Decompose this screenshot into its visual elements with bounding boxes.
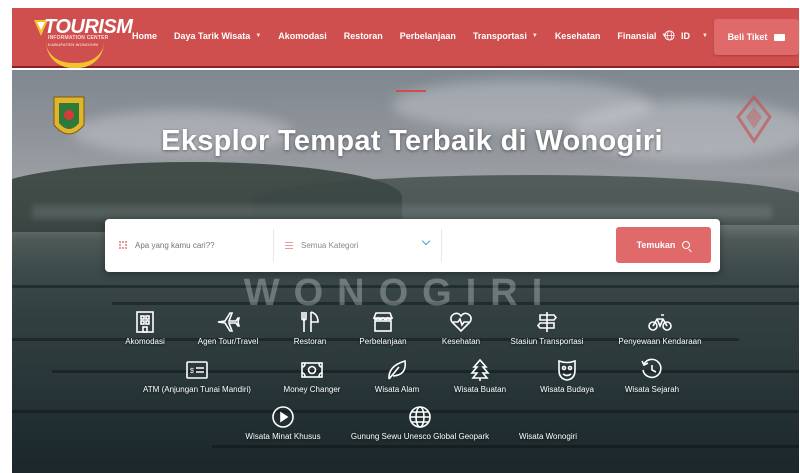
list-icon bbox=[285, 241, 293, 249]
site-logo[interactable]: TOURISM INFORMATION CENTER KABUPATEN WON… bbox=[30, 14, 140, 68]
language-value: ID bbox=[681, 30, 690, 41]
category-label: Wisata Alam bbox=[374, 385, 420, 394]
category-label: Penyewaan Kendaraan bbox=[618, 337, 702, 346]
placeholder-icon bbox=[536, 405, 560, 429]
svg-text:$: $ bbox=[190, 368, 194, 375]
buy-ticket-label: Beli Tiket bbox=[727, 32, 768, 42]
bicycle-icon bbox=[648, 314, 672, 331]
divider bbox=[273, 229, 274, 262]
airplane-icon bbox=[217, 312, 240, 332]
logo-swoosh bbox=[46, 42, 104, 68]
hero-title: Eksplor Tempat Terbaik di Wonogiri bbox=[161, 125, 663, 157]
category-atm[interactable]: $ ATM (Anjungan Tunai Mandiri) bbox=[137, 358, 257, 394]
search-field[interactable] bbox=[119, 235, 269, 255]
chevron-down-icon: ▼ bbox=[702, 32, 708, 39]
category-label: Stasiun Transportasi bbox=[510, 337, 584, 346]
category-label: Wisata Buatan bbox=[453, 385, 507, 394]
category-label: Money Changer bbox=[283, 385, 341, 394]
chevron-down-icon: ▼ bbox=[531, 33, 538, 39]
category-penyewaan-kendaraan[interactable]: Penyewaan Kendaraan bbox=[600, 310, 720, 346]
nav-item-kesehatan[interactable]: Kesehatan bbox=[555, 31, 601, 41]
language-selector[interactable]: ID ▼ bbox=[664, 30, 708, 41]
nav-item-daya-tarik-wisata[interactable]: Daya Tarik Wisata ▼ bbox=[174, 31, 261, 41]
category-label: Perbelanjaan bbox=[359, 337, 407, 346]
fish-farm-row bbox=[212, 445, 799, 448]
category-label: ATM (Anjungan Tunai Mandiri) bbox=[143, 385, 251, 394]
chevron-down-icon bbox=[421, 236, 431, 246]
building-icon bbox=[136, 311, 154, 333]
globe-icon bbox=[409, 406, 431, 428]
search-button[interactable]: Temukan bbox=[616, 227, 711, 263]
mask-icon bbox=[558, 359, 576, 381]
grid-icon bbox=[119, 241, 127, 249]
category-select[interactable]: Semua Kategori bbox=[285, 235, 431, 255]
category-label: Wisata Sejarah bbox=[624, 385, 680, 394]
search-input[interactable] bbox=[135, 240, 265, 250]
leaf-icon bbox=[388, 359, 407, 380]
navbar: TOURISM INFORMATION CENTER KABUPATEN WON… bbox=[12, 8, 799, 68]
main-nav: Home Daya Tarik Wisata ▼ Akomodasi Restor… bbox=[132, 31, 684, 41]
tree-icon bbox=[470, 358, 490, 381]
category-wisata-minat-khusus[interactable]: Wisata Minat Khusus bbox=[223, 405, 343, 441]
search-button-label: Temukan bbox=[636, 240, 676, 250]
history-icon bbox=[641, 358, 662, 379]
search-panel: Semua Kategori Temukan bbox=[105, 219, 720, 272]
nav-item-perbelanjaan[interactable]: Perbelanjaan bbox=[400, 31, 456, 41]
nav-item-finansial[interactable]: Finansial ▼ bbox=[617, 31, 667, 41]
water-shine bbox=[32, 205, 772, 219]
category-label: Wisata Wonogiri bbox=[518, 432, 578, 441]
play-circle-icon bbox=[272, 406, 294, 428]
signpost-icon bbox=[536, 312, 558, 332]
money-icon bbox=[301, 362, 323, 378]
category-label: Gunung Sewu Unesco Global Geopark bbox=[350, 432, 490, 441]
search-icon bbox=[682, 241, 691, 249]
category-select-value: Semua Kategori bbox=[301, 240, 359, 250]
divider bbox=[441, 229, 442, 262]
store-icon bbox=[372, 312, 394, 332]
nav-item-restoran[interactable]: Restoran bbox=[344, 31, 383, 41]
utensils-icon bbox=[301, 311, 319, 332]
category-label: Wisata Minat Khusus bbox=[245, 432, 321, 441]
globe-icon bbox=[664, 30, 675, 41]
nav-item-transportasi[interactable]: Transportasi ▼ bbox=[473, 31, 538, 41]
category-label: Kesehatan bbox=[441, 337, 481, 346]
buy-ticket-button[interactable]: Beli Tiket bbox=[714, 19, 799, 55]
category-wisata-wonogiri[interactable]: Wisata Wonogiri bbox=[488, 405, 608, 441]
category-label: Wisata Budaya bbox=[540, 385, 594, 394]
category-label: Akomodasi bbox=[125, 337, 165, 346]
logo-subtitle: INFORMATION CENTER bbox=[48, 35, 109, 41]
ticket-icon bbox=[774, 33, 786, 41]
nav-item-akomodasi[interactable]: Akomodasi bbox=[278, 31, 327, 41]
category-geopark[interactable]: Gunung Sewu Unesco Global Geopark bbox=[351, 405, 489, 441]
accent-bar bbox=[396, 90, 426, 92]
nav-item-home[interactable]: Home bbox=[132, 31, 157, 41]
category-stasiun-transportasi[interactable]: Stasiun Transportasi bbox=[487, 310, 607, 346]
hero-watermark: WONOGIRI bbox=[243, 272, 557, 314]
category-label: Restoran bbox=[293, 337, 327, 346]
heart-pulse-icon bbox=[450, 312, 472, 333]
atm-card-icon: $ bbox=[186, 361, 208, 379]
chevron-down-icon: ▼ bbox=[255, 33, 262, 39]
category-wisata-sejarah[interactable]: Wisata Sejarah bbox=[592, 358, 712, 394]
